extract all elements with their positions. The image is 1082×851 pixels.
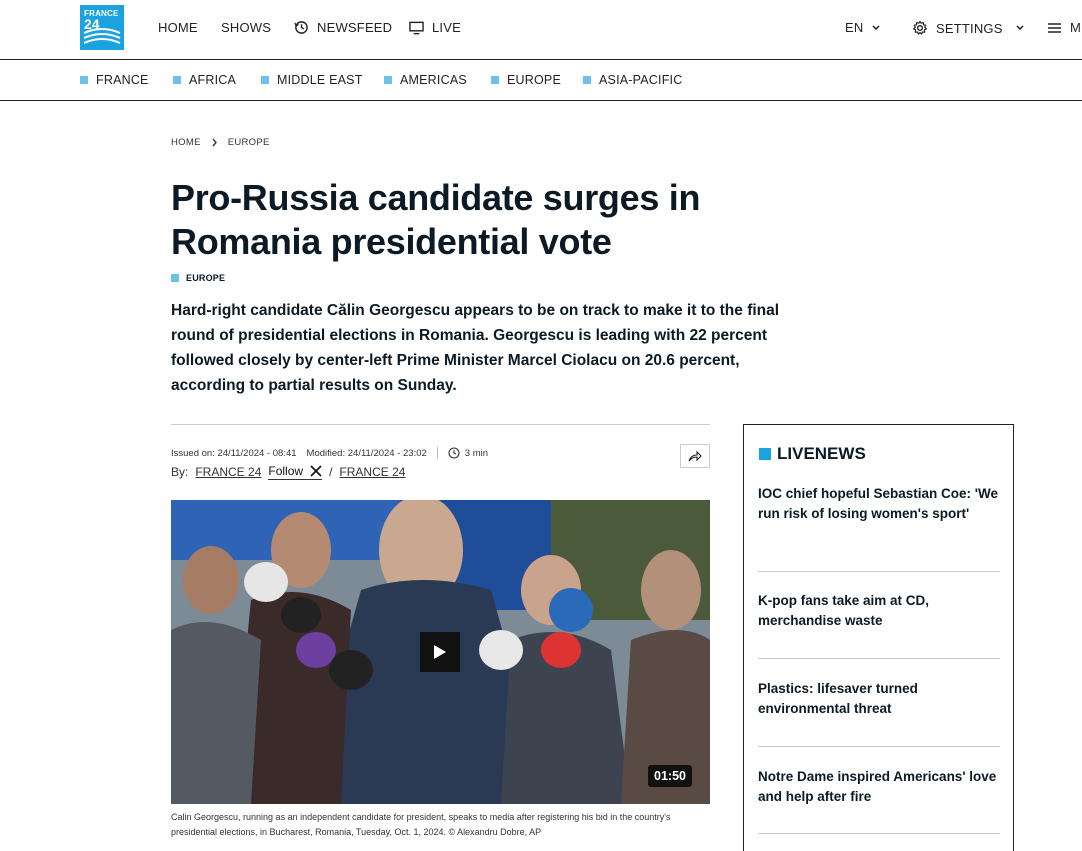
breadcrumb-section[interactable]: EUROPE [228,137,270,148]
nav-home[interactable]: HOME [158,20,198,35]
livenews-panel: LIVENEWS IOC chief hopeful Sebastian Coe… [743,424,1014,851]
region-marker [261,76,269,84]
livenews-header: LIVENEWS [759,444,866,464]
read-time-label: 3 min [464,447,489,459]
settings-gear-icon [912,20,928,35]
logo-waves-icon [83,28,121,44]
nav-shows[interactable]: SHOWS [221,20,271,35]
region-marker [583,76,591,84]
language-label: EN [845,20,864,35]
play-button[interactable] [420,632,460,672]
video-duration: 01:50 [648,765,692,787]
chevron-right-icon [212,138,217,147]
divider [758,658,1000,659]
article-lead: Hard-right candidate Călin Georgescu app… [171,302,780,394]
byline: By: FRANCE 24 Follow / FRANCE 24 [171,464,405,480]
region-middle-east[interactable]: MIDDLE EAST [261,73,363,87]
livenews-item[interactable]: K-pop fans take aim at CD, merchandise w… [758,591,1000,631]
newsfeed-icon [294,21,308,34]
divider [171,424,710,425]
nav-shows-label: SHOWS [221,20,272,35]
issued-date: Issued on: 24/11/2024 - 08:41 [171,447,297,459]
chevron-down-icon [872,24,880,30]
byline-slash: / [329,465,333,479]
divider [758,833,1000,834]
video-player[interactable]: 01:50 [171,500,710,804]
nav-newsfeed[interactable]: NEWSFEED [294,20,392,35]
nav-home-label: HOME [158,20,198,35]
nav-live-label: LIVE [432,20,461,35]
author-link[interactable]: FRANCE 24 [195,465,261,479]
region-label: FRANCE [96,73,149,87]
region-americas[interactable]: AMERICAS [384,73,467,87]
region-asia-pacific[interactable]: ASIA-PACIFIC [583,73,682,87]
menu-label: M [1070,20,1082,35]
region-france[interactable]: FRANCE [80,73,149,87]
x-logo-icon [310,465,322,477]
settings-button[interactable]: SETTINGS [912,20,1025,36]
menu-icon [1048,22,1061,33]
livenews-heading: LIVENEWS [777,444,866,463]
settings-label: SETTINGS [936,20,1003,36]
modified-date: Modified: 24/11/2024 - 23:02 [306,447,427,459]
region-label: MIDDLE EAST [277,73,363,87]
region-marker [173,76,181,84]
nav-live[interactable]: LIVE [409,20,461,35]
author-link-2[interactable]: FRANCE 24 [339,465,405,479]
article-meta: Issued on: 24/11/2024 - 08:41 Modified: … [171,447,488,459]
region-label: AFRICA [189,73,237,87]
tag-marker [171,274,179,282]
livenews-marker [759,448,771,460]
play-icon [434,645,446,659]
article-tag[interactable]: EUROPE [171,273,225,283]
share-button[interactable] [680,444,710,468]
follow-label: Follow [268,464,304,478]
livenews-item[interactable]: Plastics: lifesaver turned environmental… [758,679,1000,719]
clock-icon [448,447,460,459]
region-label: ASIA-PACIFIC [599,73,683,87]
breadcrumb: HOME EUROPE [171,137,270,148]
meta-separator [436,447,438,459]
menu-button[interactable]: M [1047,20,1081,35]
region-marker [491,76,499,84]
livenews-item[interactable]: IOC chief hopeful Sebastian Coe: 'We run… [758,484,1000,524]
chevron-down-icon [1016,25,1024,31]
live-tv-icon [409,21,424,34]
nav-newsfeed-label: NEWSFEED [317,20,393,35]
tag-label: EUROPE [186,273,226,283]
language-selector[interactable]: EN [845,20,881,35]
region-africa[interactable]: AFRICA [173,73,236,87]
share-icon [688,450,702,462]
region-marker [80,76,88,84]
read-time: 3 min [448,447,488,459]
livenews-item[interactable]: Notre Dame inspired Americans' love and … [758,767,1000,807]
divider [758,746,1000,747]
region-label: EUROPE [507,73,561,87]
region-nav: FRANCE AFRICA MIDDLE EAST AMERICAS EUROP… [0,60,1082,101]
follow-x-button[interactable]: Follow [268,464,323,480]
video-caption: Calin Georgescu, running as an independe… [171,812,671,837]
top-header: FRANCE 24 HOME SHOWS NEWSFEED LIVE EN SE… [0,0,1082,60]
region-marker [384,76,392,84]
divider [758,571,1000,572]
region-label: AMERICAS [400,73,467,87]
france24-logo[interactable]: FRANCE 24 [80,5,124,50]
region-europe[interactable]: EUROPE [491,73,561,87]
by-label: By: [171,465,189,479]
breadcrumb-home[interactable]: HOME [171,137,201,148]
article-title: Pro-Russia candidate surges in Romania p… [171,177,701,262]
